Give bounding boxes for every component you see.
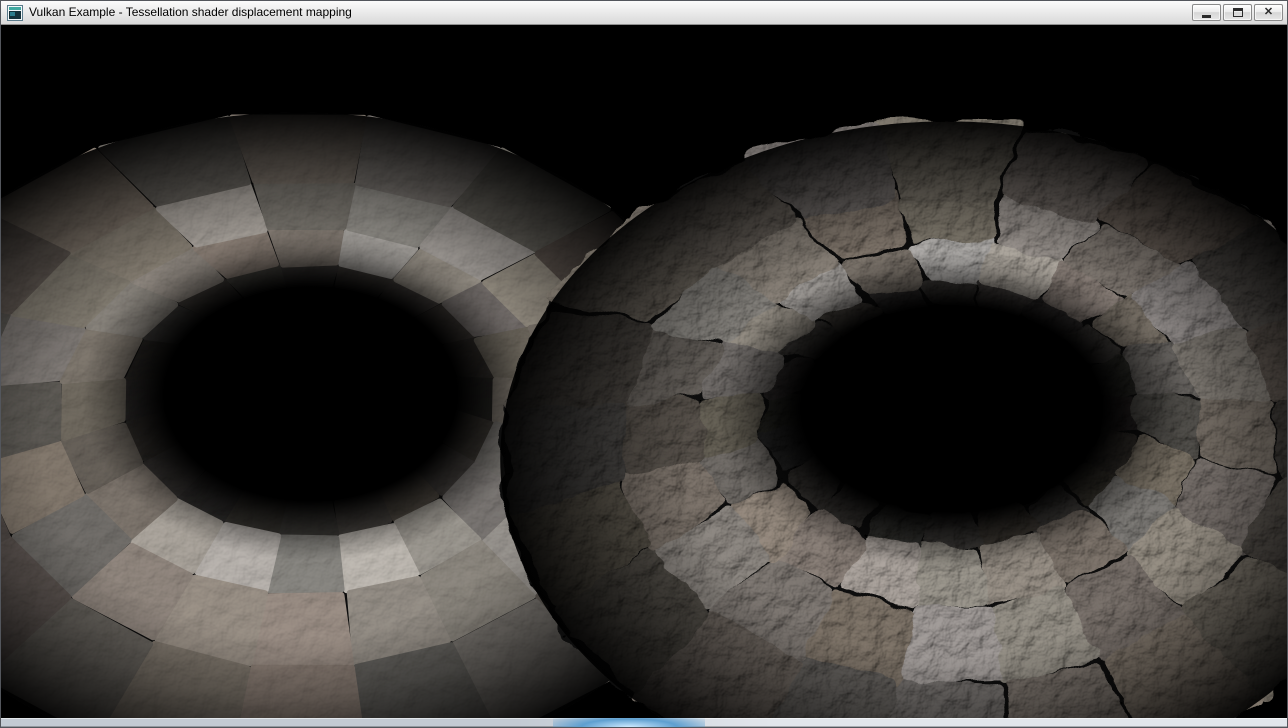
taskbar-strip xyxy=(1,718,1287,727)
window-titlebar[interactable]: Vulkan Example - Tessellation shader dis… xyxy=(1,1,1287,25)
window-controls: ✕ xyxy=(1190,1,1283,24)
minimize-icon xyxy=(1202,15,1211,18)
app-icon xyxy=(7,5,23,21)
app-window: Vulkan Example - Tessellation shader dis… xyxy=(0,0,1288,728)
maximize-icon xyxy=(1233,8,1243,17)
render-viewport[interactable] xyxy=(1,25,1287,718)
close-button[interactable]: ✕ xyxy=(1254,4,1283,21)
vulkan-scene xyxy=(1,25,1287,718)
window-title: Vulkan Example - Tessellation shader dis… xyxy=(29,1,352,24)
torus-vignette xyxy=(500,121,1287,718)
close-icon: ✕ xyxy=(1264,7,1273,18)
minimize-button[interactable] xyxy=(1192,4,1221,21)
torus-displacement-mapped xyxy=(500,121,1287,718)
maximize-button[interactable] xyxy=(1223,4,1252,21)
taskbar-active-glow[interactable] xyxy=(553,718,705,727)
